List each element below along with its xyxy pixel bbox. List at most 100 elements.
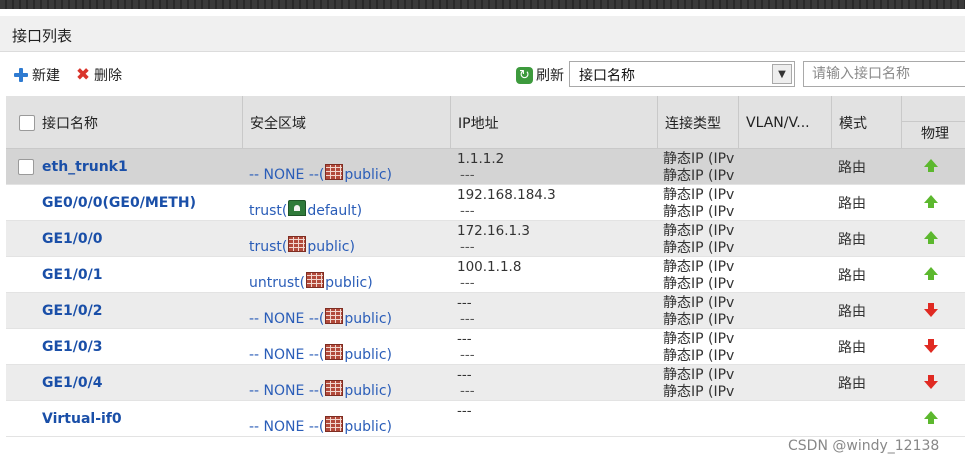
security-zone: -- NONE --( public)	[249, 409, 392, 435]
interface-name-link[interactable]: GE1/0/4	[42, 365, 103, 401]
header-connection-type[interactable]: 连接类型	[657, 96, 739, 149]
ipv4-address: ---	[457, 403, 472, 419]
physical-status	[924, 411, 940, 427]
physical-status	[924, 195, 940, 211]
new-button[interactable]: 新建	[13, 65, 60, 85]
physical-status	[924, 267, 940, 283]
top-border-bar	[0, 0, 965, 9]
firewall-icon	[306, 272, 325, 288]
ipv4-address: 172.16.1.3	[457, 223, 530, 239]
interface-name-link[interactable]: GE1/0/3	[42, 329, 103, 365]
vsys-link[interactable]: public)	[344, 383, 392, 399]
security-zone: -- NONE --( public)	[249, 337, 392, 363]
zone-link[interactable]: -- NONE --(	[249, 383, 324, 399]
chevron-down-icon[interactable]: ▼	[772, 64, 792, 84]
ipv6-address: ---	[460, 383, 475, 399]
table-row[interactable]: GE1/0/2 -- NONE --( public) --- --- 静态IP (IPv…	[6, 293, 965, 329]
vsys-link[interactable]: public)	[344, 419, 392, 435]
vsys-link[interactable]: public)	[344, 347, 392, 363]
header-name[interactable]: 接口名称	[35, 96, 243, 149]
vsys-link[interactable]: public)	[344, 167, 392, 183]
connection-type-ipv4: 静态IP (IPv	[663, 223, 735, 239]
ipv4-address: ---	[457, 295, 472, 311]
connection-type-ipv4: 静态IP (IPv	[663, 331, 735, 347]
zone-link[interactable]: untrust(	[249, 275, 305, 291]
security-zone: trust( public)	[249, 229, 355, 255]
zone-link[interactable]: -- NONE --(	[249, 347, 324, 363]
vsys-link[interactable]: public)	[325, 275, 373, 291]
connection-type-cell: 静态IP (IPv 静态IP (IPv	[663, 367, 739, 401]
connection-type-ipv4: 静态IP (IPv	[663, 187, 735, 203]
table-row[interactable]: GE1/0/4 -- NONE --( public) --- --- 静态IP (IPv…	[6, 365, 965, 401]
firewall-icon	[325, 308, 344, 324]
trust-zone-icon	[288, 200, 307, 216]
refresh-icon: ↻	[516, 66, 533, 84]
mode-cell: 路由	[838, 340, 866, 356]
status-down-arrow-icon	[924, 375, 938, 389]
table-row[interactable]: eth_trunk1 -- NONE --(public) 1.1.1.2 --- 静态…	[6, 149, 965, 185]
connection-type-ipv6: 静态IP (IPv	[663, 204, 735, 220]
firewall-icon	[325, 344, 344, 360]
zone-link[interactable]: trust(	[249, 203, 287, 219]
connection-type-cell: 静态IP (IPv 静态IP (IPv	[663, 151, 739, 185]
security-zone: untrust( public)	[249, 265, 373, 291]
ip-address-cell: --- ---	[457, 367, 475, 401]
firewall-icon	[325, 416, 344, 432]
connection-type-cell: 静态IP (IPv 静态IP (IPv	[663, 295, 739, 329]
interface-name-link[interactable]: Virtual-if0	[42, 401, 122, 437]
header-vlan[interactable]: VLAN/V...	[738, 96, 832, 149]
physical-status	[924, 159, 940, 175]
ip-address-cell: ---	[457, 403, 472, 437]
ipv4-address: ---	[457, 367, 472, 383]
table-row[interactable]: Virtual-if0 -- NONE --( public) ---	[6, 401, 965, 437]
zone-link[interactable]: trust(	[249, 239, 287, 255]
interface-name-link[interactable]: GE1/0/1	[42, 257, 103, 293]
zone-link[interactable]: -- NONE --(	[249, 167, 324, 183]
header-zone[interactable]: 安全区域	[242, 96, 450, 149]
security-zone: -- NONE --( public)	[249, 301, 392, 327]
interface-table: 接口名称 安全区域 IP地址 连接类型 VLAN/V... 模式 物理 eth_…	[6, 96, 965, 437]
ip-address-cell: --- ---	[457, 331, 475, 365]
table-row[interactable]: GE1/0/3 -- NONE --( public) --- --- 静态IP (IPv…	[6, 329, 965, 365]
ipv6-address: ---	[460, 347, 475, 363]
mode-cell: 路由	[838, 160, 866, 176]
table-row[interactable]: GE1/0/1 untrust(public) 100.1.1.8 --- 静态IP (…	[6, 257, 965, 293]
mode-cell: 路由	[838, 376, 866, 392]
connection-type-cell: 静态IP (IPv 静态IP (IPv	[663, 187, 739, 221]
search-input[interactable]	[803, 61, 965, 87]
ipv4-address: 100.1.1.8	[457, 259, 522, 275]
new-button-label: 新建	[32, 68, 60, 84]
interface-name-link[interactable]: eth_trunk1	[42, 149, 128, 185]
vsys-link[interactable]: public)	[307, 239, 355, 255]
connection-type-cell: 静态IP (IPv 静态IP (IPv	[663, 223, 739, 257]
table-row[interactable]: GE1/0/0 trust(public) 172.16.1.3 --- 静态IP (I…	[6, 221, 965, 257]
panel-title: 接口列表	[12, 27, 73, 45]
header-divider	[902, 121, 965, 122]
mode-cell: 路由	[838, 268, 866, 284]
physical-status	[924, 339, 940, 355]
interface-name-link[interactable]: GE0/0/0(GE0/METH)	[42, 185, 196, 221]
refresh-button[interactable]: ↻ 刷新	[516, 65, 564, 85]
delete-button[interactable]: ✖ 删除	[75, 65, 122, 85]
interface-name-link[interactable]: GE1/0/0	[42, 221, 103, 257]
connection-type-ipv6: 静态IP (IPv	[663, 276, 735, 292]
physical-status	[924, 303, 940, 319]
select-all-checkbox[interactable]	[19, 114, 35, 131]
ip-address-cell: --- ---	[457, 295, 475, 329]
security-zone: -- NONE --( public)	[249, 373, 392, 399]
row-checkbox[interactable]	[18, 159, 34, 175]
delete-button-label: 删除	[94, 68, 122, 84]
status-up-arrow-icon	[924, 411, 938, 424]
zone-link[interactable]: -- NONE --(	[249, 311, 324, 327]
physical-status	[924, 231, 940, 247]
vsys-link[interactable]: default)	[307, 203, 362, 219]
interface-name-link[interactable]: GE1/0/2	[42, 293, 103, 329]
filter-field-select[interactable]: 接口名称 ▼	[569, 61, 795, 87]
firewall-icon	[325, 164, 344, 180]
vsys-link[interactable]: public)	[344, 311, 392, 327]
header-ip[interactable]: IP地址	[450, 96, 657, 149]
table-row[interactable]: GE0/0/0(GE0/METH) trust(default) 192.168.1…	[6, 185, 965, 221]
header-physical[interactable]: 物理	[901, 96, 965, 149]
zone-link[interactable]: -- NONE --(	[249, 419, 324, 435]
header-mode[interactable]: 模式	[831, 96, 901, 149]
